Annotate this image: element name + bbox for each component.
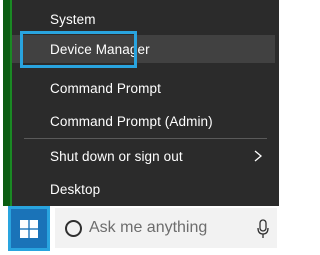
menu-divider (24, 138, 267, 139)
screen: System Device Manager Command Prompt Com… (0, 0, 279, 255)
menu-item-label: Command Prompt (50, 80, 161, 96)
microphone-icon[interactable] (257, 219, 269, 239)
menu-item-system[interactable]: System (12, 5, 275, 33)
cortana-ring-icon (65, 219, 82, 237)
menu-item-label: Device Manager (50, 41, 150, 57)
menu-item-command-prompt[interactable]: Command Prompt (12, 74, 275, 102)
menu-item-command-prompt-admin[interactable]: Command Prompt (Admin) (12, 107, 275, 135)
desktop-edge (0, 0, 12, 206)
menu-item-label: Command Prompt (Admin) (50, 113, 213, 129)
menu-item-label: Shut down or sign out (50, 148, 183, 164)
chevron-right-icon (254, 150, 263, 162)
menu-item-desktop[interactable]: Desktop (12, 175, 275, 203)
windows-logo-icon (20, 219, 38, 238)
search-box[interactable]: Ask me anything (55, 208, 277, 248)
power-user-menu: System Device Manager Command Prompt Com… (12, 0, 279, 206)
menu-item-label: System (50, 11, 96, 27)
menu-item-shut-down[interactable]: Shut down or sign out (12, 142, 275, 170)
start-button[interactable] (8, 206, 50, 251)
taskbar: Ask me anything (0, 206, 279, 255)
menu-item-device-manager[interactable]: Device Manager (12, 35, 275, 63)
menu-item-label: Desktop (50, 181, 101, 197)
search-placeholder: Ask me anything (89, 219, 208, 236)
